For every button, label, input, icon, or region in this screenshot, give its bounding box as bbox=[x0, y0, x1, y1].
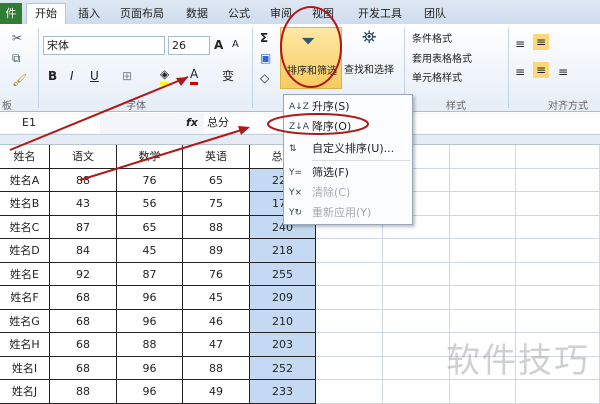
highlight-circle bbox=[280, 6, 342, 88]
arrow-head bbox=[238, 126, 250, 135]
arrow-line bbox=[79, 127, 249, 181]
arrow-line bbox=[9, 76, 189, 151]
highlight-ellipse bbox=[267, 113, 369, 135]
annotation-overlay bbox=[9, 6, 369, 181]
